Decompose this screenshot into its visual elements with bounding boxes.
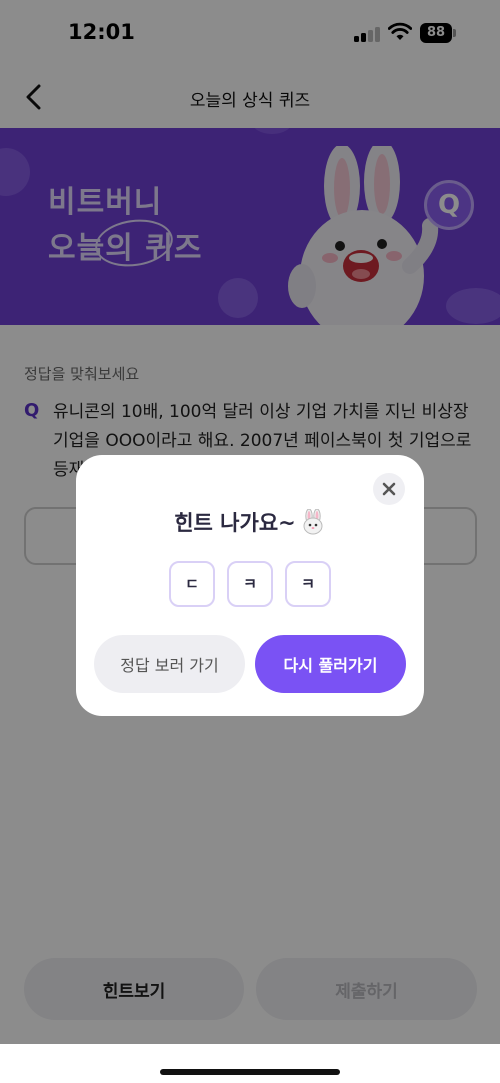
home-indicator[interactable] (160, 1069, 340, 1075)
view-answer-button[interactable]: 정답 보러 가기 (94, 635, 245, 693)
modal-close-button[interactable] (373, 473, 405, 505)
modal-title: 힌트 나가요~ (76, 507, 424, 540)
hint-letter-box: ㅋ (227, 561, 273, 607)
close-icon (382, 482, 396, 496)
modal-title-text: 힌트 나가요~ (174, 511, 296, 535)
retry-button[interactable]: 다시 풀러가기 (255, 635, 406, 693)
rabbit-face-icon (300, 508, 326, 540)
home-area (0, 1044, 500, 1083)
hint-letter-box: ㄷ (169, 561, 215, 607)
hint-letter-boxes: ㄷ ㅋ ㅋ (76, 561, 424, 607)
hint-modal: 힌트 나가요~ ㄷ ㅋ ㅋ 정답 보러 가기 다시 풀러가기 (76, 455, 424, 716)
quiz-screen: 12:01 88 오늘의 상식 퀴즈 비트버니 오늘의 퀴즈 Q 정답을 맞춰보… (0, 0, 500, 1083)
hint-letter-box: ㅋ (285, 561, 331, 607)
